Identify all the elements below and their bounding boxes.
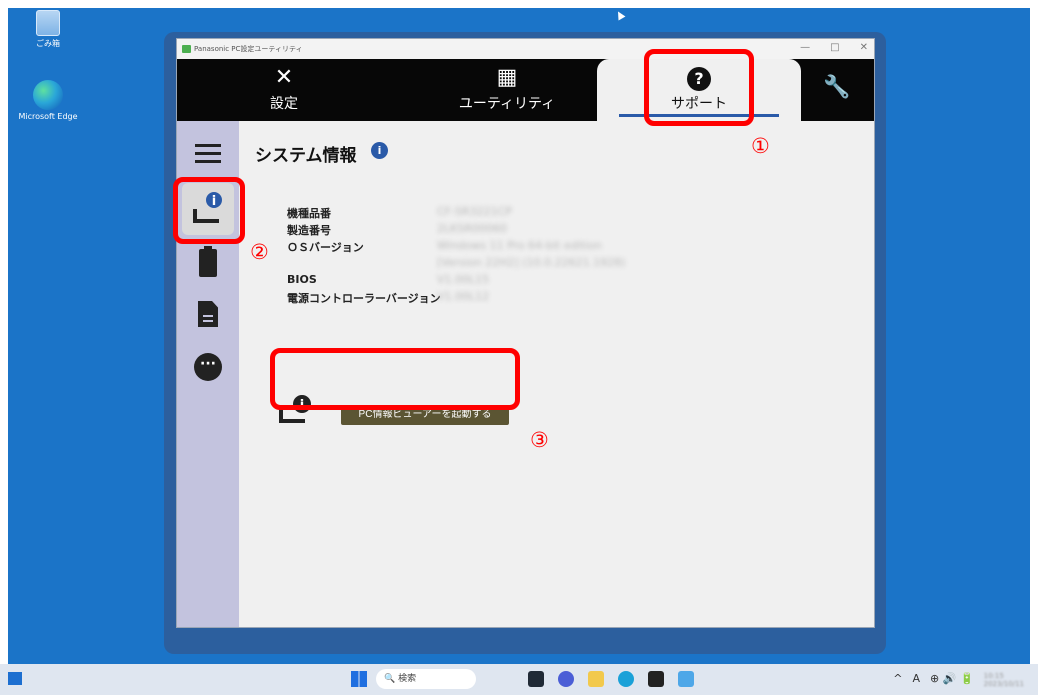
battery-icon: [199, 246, 217, 277]
tab-tool[interactable]: 🔧: [807, 59, 867, 121]
page-title: システム情報: [255, 146, 357, 166]
network-volume-battery-icon[interactable]: ⊕ 🔊 🔋: [930, 672, 974, 688]
sidebar-item-chat[interactable]: ···: [193, 353, 223, 383]
store-icon[interactable]: [648, 671, 664, 687]
file-explorer-icon[interactable]: [588, 671, 604, 687]
recycle-bin-label: ごみ箱: [36, 39, 60, 48]
clock[interactable]: 10:15 2023/10/11: [984, 672, 1024, 688]
info-label: BIOS: [287, 273, 317, 286]
menu-icon: [195, 144, 221, 147]
tab-bar: ✕ 設定 ▦ ユーティリティ ? サポート 🔧: [177, 59, 874, 121]
search-icon: 🔍: [384, 674, 396, 684]
tab-settings-label: 設定: [270, 96, 298, 112]
window-title: Panasonic PC設定ユーティリティ: [194, 45, 303, 53]
tab-utility-label: ユーティリティ: [458, 96, 556, 112]
widgets-icon[interactable]: [8, 672, 22, 685]
tab-settings[interactable]: ✕ 設定: [239, 59, 329, 121]
info-value: V1.00L12: [437, 290, 490, 303]
tab-utility[interactable]: ▦ ユーティリティ: [447, 59, 567, 121]
task-view-icon[interactable]: [528, 671, 544, 687]
pc-settings-utility-icon[interactable]: [678, 671, 694, 687]
grid-icon: ▦: [496, 65, 518, 90]
taskbar: 🔍 検索 ^ A ⊕ 🔊 🔋 10:15 2023/10/11: [0, 664, 1038, 695]
info-label: 電源コントローラーバージョン: [287, 292, 441, 305]
info-label: 機種品番: [287, 207, 331, 220]
info-label: ＯＳバージョン: [287, 241, 364, 254]
info-label: 製造番号: [287, 224, 331, 237]
highlight-box-launch-button: [270, 348, 520, 410]
step-marker-2: ②: [250, 240, 269, 264]
mouse-cursor-icon: [614, 9, 626, 21]
close-button[interactable]: ✕: [860, 42, 868, 53]
edge-icon: [33, 80, 63, 110]
clock-date: 2023/10/11: [983, 680, 1024, 688]
menu-button[interactable]: [193, 139, 223, 169]
taskbar-apps: [528, 671, 694, 687]
recycle-bin-shortcut[interactable]: ごみ箱: [16, 10, 80, 49]
maximize-button[interactable]: □: [830, 42, 839, 53]
clock-time: 10:15: [983, 672, 1004, 680]
search-placeholder: 検索: [398, 674, 417, 684]
app-icon: [182, 45, 191, 53]
taskbar-search[interactable]: 🔍 検索: [376, 669, 476, 689]
info-value: V1.00L15: [437, 273, 490, 286]
highlight-box-system-info: [173, 177, 245, 244]
step-marker-1: ①: [751, 134, 770, 158]
step-marker-3: ③: [530, 428, 549, 452]
minimize-button[interactable]: —: [800, 42, 810, 53]
wrench-icon: 🔧: [823, 75, 851, 100]
chat-app-icon[interactable]: [558, 671, 574, 687]
sidebar-item-document[interactable]: [193, 301, 223, 331]
app-window: Panasonic PC設定ユーティリティ — □ ✕ ✕ 設定 ▦ ユーティリ…: [176, 38, 875, 628]
ime-icon[interactable]: A: [913, 672, 921, 688]
info-value: [Version 22H2] (10.0.22621.1928): [437, 256, 626, 269]
title-bar[interactable]: Panasonic PC設定ユーティリティ — □ ✕: [177, 39, 874, 59]
chat-icon: ···: [194, 353, 222, 381]
start-button[interactable]: [351, 671, 367, 687]
edge-shortcut[interactable]: Microsoft Edge: [16, 80, 80, 121]
info-value: 2LKSR00060: [437, 222, 507, 235]
tray-overflow-icon[interactable]: ^: [893, 672, 902, 688]
edge-label: Microsoft Edge: [18, 112, 78, 121]
info-icon[interactable]: i: [371, 142, 388, 159]
document-icon: [198, 301, 218, 327]
sidebar-item-battery[interactable]: [193, 246, 223, 279]
recycle-bin-icon: [36, 10, 60, 36]
tools-icon: ✕: [274, 65, 294, 90]
system-tray: ^ A ⊕ 🔊 🔋 10:15 2023/10/11: [893, 672, 1024, 688]
highlight-box-support-tab: [644, 49, 754, 126]
info-value: Windows 11 Pro 64-bit edition: [437, 239, 602, 252]
info-value: CF-SR3221CP: [437, 205, 512, 218]
edge-taskbar-icon[interactable]: [618, 671, 634, 687]
